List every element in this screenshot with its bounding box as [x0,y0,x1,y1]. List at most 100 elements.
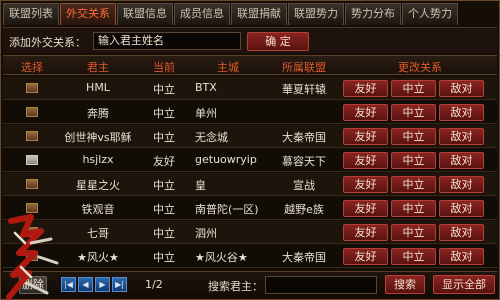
row-current: 中立 [153,227,175,240]
row-alliance: 慕容天下 [282,155,326,168]
hostile-button[interactable]: 敌对 [439,152,484,169]
row-lord: HML [86,81,110,94]
row-city: BTX [195,81,217,94]
show-all-button[interactable]: 显示全部 [433,275,495,294]
row-alliance: 大秦帝国 [282,251,326,264]
friend-button[interactable]: 友好 [343,248,388,265]
friend-button[interactable]: 友好 [343,104,388,121]
neutral-button[interactable]: 中立 [391,200,436,217]
search-input[interactable] [265,276,377,294]
search-label: 搜索君主： [208,280,263,293]
neutral-button[interactable]: 中立 [391,128,436,145]
row-city: 无念城 [195,131,228,144]
row-current: 中立 [153,83,175,96]
neutral-button[interactable]: 中立 [391,152,436,169]
neutral-button[interactable]: 中立 [391,80,436,97]
friend-button[interactable]: 友好 [343,80,388,97]
table-row: 铁观音 中立 南普陀(一区) 越野e族 友好 中立 敌对 [3,197,497,220]
lord-name-input[interactable]: 输入君主姓名 [93,32,241,50]
tab-alliance-list[interactable]: 联盟列表 [3,3,59,25]
tab-alliance-power[interactable]: 联盟势力 [288,3,344,25]
friend-button[interactable]: 友好 [343,128,388,145]
hostile-button[interactable]: 敌对 [439,200,484,217]
hostile-button[interactable]: 敌对 [439,224,484,241]
row-select-checkbox[interactable] [26,107,38,117]
row-city: 泗州 [195,227,217,240]
page-indicator: 1/2 [145,278,163,291]
first-page-icon[interactable]: |◀ [61,277,76,292]
table-row: 星星之火 中立皇宣战 友好 中立 敌对 [3,173,497,196]
row-select-checkbox[interactable] [26,203,38,213]
hostile-button[interactable]: 敌对 [439,104,484,121]
neutral-button[interactable]: 中立 [391,176,436,193]
table-row: HML 中立 BTX 華夏轩辕 友好 中立 敌对 [3,77,497,100]
table-row: ★风火★ 中立 ★风火谷★ 大秦帝国 友好 中立 敌对 [3,245,497,268]
row-alliance: 宣战 [293,179,315,192]
footer-bar: 删除 |◀ ◀ ▶ ▶| 1/2 搜索君主： 搜索 显示全部 [3,271,497,297]
tab-diplomacy[interactable]: 外交关系 [60,3,116,25]
tab-power-distribution[interactable]: 势力分布 [345,3,401,25]
neutral-button[interactable]: 中立 [391,104,436,121]
col-change: 更改关系 [398,61,442,74]
table-header: 选择 君主 当前 主城 所属联盟 更改关系 [3,55,497,75]
row-lord: ★风火★ [77,251,119,264]
row-current: 中立 [153,107,175,120]
row-current: 中立 [153,131,175,144]
row-current: 友好 [153,155,175,168]
friend-button[interactable]: 友好 [343,200,388,217]
row-city: 南普陀(一区) [195,203,259,216]
add-diplomacy-bar: 添加外交关系： 输入君主姓名 确 定 [3,27,497,53]
row-lord: 创世神vs耶稣 [64,131,132,144]
table-row: 奔腾 中立 单州 友好 中立 敌对 [3,101,497,124]
row-current: 中立 [153,179,175,192]
row-city: 皇 [195,179,206,192]
tab-bar: 联盟列表 外交关系 联盟信息 成员信息 联盟捐献 联盟势力 势力分布 个人势力 [3,3,497,25]
game-logo-icon [6,214,59,300]
col-alliance: 所属联盟 [282,61,326,74]
row-lord: 星星之火 [76,179,120,192]
tab-donation[interactable]: 联盟捐献 [231,3,287,25]
col-city: 主城 [217,61,239,74]
table-row: 创世神vs耶稣 中立 无念城 大秦帝国 友好 中立 敌对 [3,125,497,148]
row-current: 中立 [153,251,175,264]
col-lord: 君主 [87,61,109,74]
tab-member-info[interactable]: 成员信息 [174,3,230,25]
confirm-button[interactable]: 确 定 [247,32,309,51]
row-alliance: 華夏轩辕 [282,83,326,96]
hostile-button[interactable]: 敌对 [439,248,484,265]
friend-button[interactable]: 友好 [343,224,388,241]
col-select: 选择 [21,61,43,74]
neutral-button[interactable]: 中立 [391,248,436,265]
row-select-checkbox[interactable] [26,179,38,189]
row-lord: hsjlzx [82,153,114,166]
tab-alliance-info[interactable]: 联盟信息 [117,3,173,25]
hostile-button[interactable]: 敌对 [439,176,484,193]
row-lord: 铁观音 [81,203,115,216]
row-city: ★风火谷★ [195,251,248,264]
row-select-checkbox[interactable] [26,131,38,141]
next-page-icon[interactable]: ▶ [95,277,110,292]
table-row: hsjlzx 友好 getuowryip 慕容天下 友好 中立 敌对 [3,149,497,172]
col-current: 当前 [153,61,175,74]
search-button[interactable]: 搜索 [385,275,425,294]
neutral-button[interactable]: 中立 [391,224,436,241]
row-select-checkbox[interactable] [26,83,38,93]
row-city: getuowryip [195,153,257,166]
add-diplomacy-label: 添加外交关系： [9,36,86,49]
row-alliance: 越野e族 [284,203,324,216]
row-select-checkbox[interactable] [26,155,38,165]
tab-personal-power[interactable]: 个人势力 [402,3,458,25]
row-lord: 奔腾 [87,107,109,120]
table-row: 七哥 中立 泗州 友好 中立 敌对 [3,221,497,244]
row-city: 单州 [195,107,217,120]
row-alliance: 大秦帝国 [282,131,326,144]
last-page-icon[interactable]: ▶| [112,277,127,292]
prev-page-icon[interactable]: ◀ [78,277,93,292]
hostile-button[interactable]: 敌对 [439,128,484,145]
row-lord: 七哥 [87,227,109,240]
alliance-panel: 联盟列表 外交关系 联盟信息 成员信息 联盟捐献 联盟势力 势力分布 个人势力 … [0,0,500,300]
friend-button[interactable]: 友好 [343,176,388,193]
friend-button[interactable]: 友好 [343,152,388,169]
row-current: 中立 [153,203,175,216]
hostile-button[interactable]: 敌对 [439,80,484,97]
